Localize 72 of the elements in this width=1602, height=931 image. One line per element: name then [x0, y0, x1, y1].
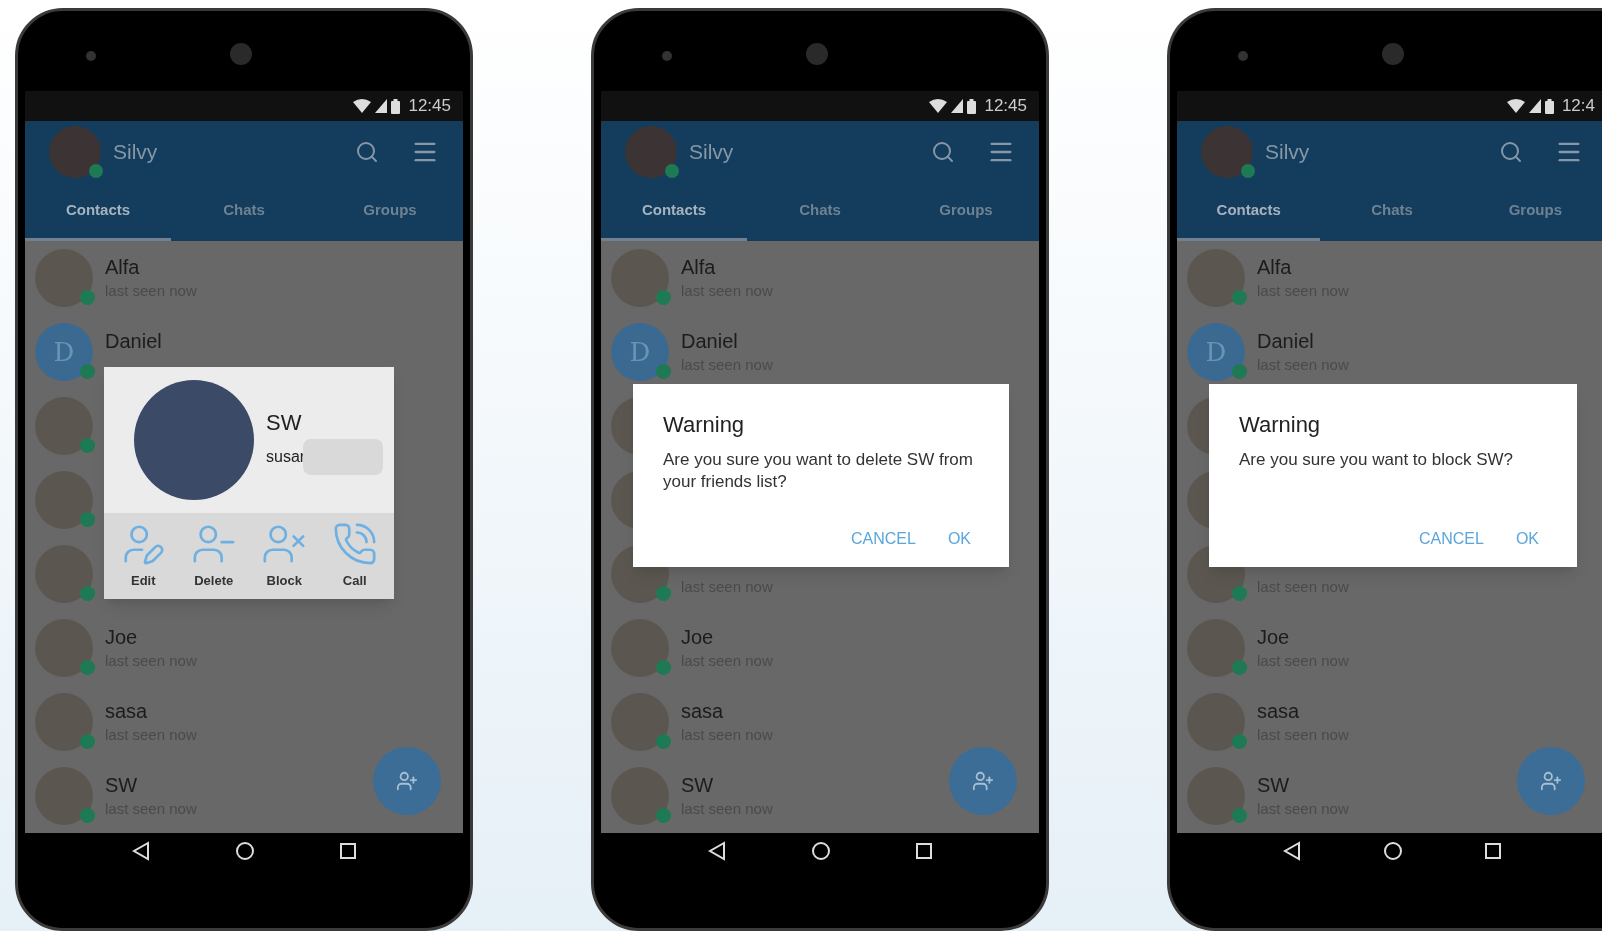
tab[interactable]: Groups: [317, 183, 463, 241]
battery-icon: [1544, 98, 1554, 114]
dialog-message: Are you sure you want to delete SW from your friends list?: [663, 449, 974, 493]
wifi-icon: [353, 99, 372, 113]
camera-lens: [1382, 43, 1404, 65]
back-icon[interactable]: [131, 841, 151, 861]
signal-icon: [951, 99, 964, 113]
signal-icon: [375, 99, 388, 113]
contact-name: sasa: [1257, 698, 1301, 724]
contact-name: Joe: [681, 624, 715, 650]
contact-name: Alfa: [1257, 254, 1293, 280]
contact-action-button[interactable]: Delete: [180, 521, 247, 591]
status-time: 12:45: [408, 95, 451, 118]
back-icon[interactable]: [707, 841, 727, 861]
battery-icon: [967, 98, 977, 114]
wifi-icon: [1506, 99, 1525, 113]
back-icon[interactable]: [1281, 841, 1302, 861]
tab[interactable]: Chats: [747, 183, 893, 241]
contact-name: Alfa: [105, 254, 141, 280]
contact-name: SW: [266, 408, 303, 437]
contact-name: SW: [105, 772, 139, 798]
app-bar-title: Silvy: [1265, 139, 1311, 166]
tab[interactable]: Chats: [1320, 183, 1464, 241]
contact-action-button[interactable]: Block: [251, 521, 318, 591]
dialog-button[interactable]: OK: [947, 527, 971, 551]
contact-name: Alfa: [681, 254, 717, 280]
contact-name: SW: [1257, 772, 1291, 798]
add-person-icon: [396, 770, 418, 792]
camera-lens: [806, 43, 828, 65]
recents-icon[interactable]: [1484, 842, 1503, 860]
dialog-title: Warning: [663, 411, 746, 439]
contact-name: Daniel: [1257, 328, 1315, 354]
contact-subtitle: susar: [266, 446, 306, 467]
contact-action-button[interactable]: Call: [321, 521, 388, 591]
wifi-icon: [929, 99, 948, 113]
status-time: 12:45: [984, 95, 1027, 118]
contact-name: Joe: [1257, 624, 1291, 650]
app-bar-title: Silvy: [689, 139, 735, 166]
home-icon[interactable]: [1383, 841, 1403, 861]
recents-icon[interactable]: [339, 842, 357, 860]
dialog-button[interactable]: CANCEL: [1418, 527, 1484, 551]
status-time: 12:4: [1561, 95, 1595, 118]
profile-photo-placeholder: [1201, 126, 1253, 178]
home-icon[interactable]: [235, 841, 255, 861]
recents-icon[interactable]: [915, 842, 933, 860]
contact-name: Joe: [105, 624, 139, 650]
search-icon[interactable]: [1499, 140, 1523, 164]
dialog-title: Warning: [1239, 411, 1322, 439]
dialog-button[interactable]: OK: [1515, 527, 1539, 551]
add-person-icon: [972, 770, 994, 792]
home-icon[interactable]: [811, 841, 831, 861]
tab[interactable]: Groups: [1463, 183, 1602, 241]
search-icon[interactable]: [931, 140, 955, 164]
dialog-message: Are you sure you want to block SW?: [1239, 449, 1515, 471]
contact-name: Daniel: [681, 328, 739, 354]
contact-name: SW: [681, 772, 715, 798]
dialog-button[interactable]: CANCEL: [850, 527, 916, 551]
phone-icon: [331, 521, 378, 567]
profile-photo-placeholder: [49, 126, 101, 178]
contact-action-button[interactable]: Edit: [110, 521, 177, 591]
contact-name: sasa: [105, 698, 149, 724]
add-person-icon: [1540, 770, 1562, 792]
tab[interactable]: Chats: [171, 183, 317, 241]
contact-name: Daniel: [105, 329, 162, 354]
profile-photo-placeholder: [625, 126, 677, 178]
tab[interactable]: Groups: [893, 183, 1039, 241]
signal-icon: [1528, 99, 1541, 113]
app-bar-title: Silvy: [113, 139, 159, 166]
battery-icon: [391, 98, 401, 114]
camera-lens: [230, 43, 252, 65]
contact-name: sasa: [681, 698, 725, 724]
search-icon[interactable]: [355, 140, 379, 164]
